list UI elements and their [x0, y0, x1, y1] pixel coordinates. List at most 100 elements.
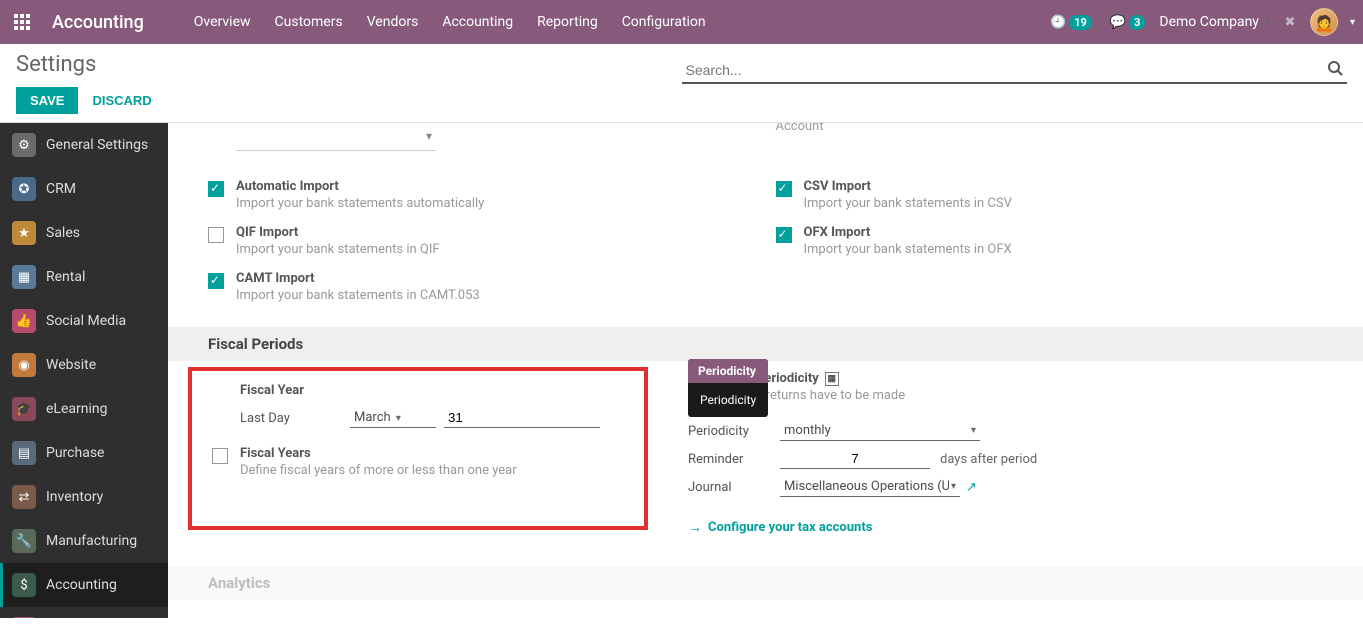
messages-count: 3 [1129, 15, 1145, 30]
top-navbar: Accounting Overview Customers Vendors Ac… [0, 0, 1363, 44]
select-periodicity[interactable]: monthly ▾ [780, 421, 980, 441]
company-switcher[interactable]: Demo Company ▾ [1159, 14, 1270, 30]
label-csv-import: CSV Import [804, 179, 1324, 194]
checkbox-automatic-import[interactable] [208, 181, 224, 197]
label-periodicity-field: Periodicity [688, 424, 780, 439]
checkbox-fiscal-years[interactable] [212, 448, 228, 464]
section-analytics-truncated: Analytics [168, 566, 1363, 600]
setting-camt-import: CAMT Import Import your bank statements … [208, 271, 756, 303]
sidebar-item-label: Rental [46, 269, 85, 285]
nav-reporting[interactable]: Reporting [527, 8, 608, 36]
arrow-right-icon: → [688, 519, 702, 536]
clock-icon: 🕘 [1050, 15, 1066, 30]
sidebar-item-elearning[interactable]: 🎓eLearning [0, 387, 168, 431]
nav-configuration[interactable]: Configuration [612, 8, 716, 36]
apps-menu-icon[interactable] [8, 8, 36, 36]
tooltip-header: Periodicity [688, 359, 768, 383]
user-menu-caret[interactable]: ▾ [1350, 17, 1355, 28]
setting-csv-import: CSV Import Import your bank statements i… [776, 179, 1324, 211]
discard-button[interactable]: DISCARD [88, 87, 155, 114]
label-reminder-suffix: days after period [940, 452, 1037, 467]
link-configure-tax-accounts[interactable]: → Configure your tax accounts [688, 519, 1323, 536]
sidebar-icon: 👥 [12, 617, 36, 618]
select-fiscal-month[interactable]: March ▾ [350, 408, 436, 428]
sidebar-item-inventory[interactable]: ⇄Inventory [0, 475, 168, 519]
checkbox-ofx-import[interactable] [776, 227, 792, 243]
user-avatar[interactable]: 🙍 [1310, 8, 1338, 36]
topnav-right: 🕘 19 💬 3 Demo Company ▾ ✖ 🙍 ▾ [1046, 8, 1355, 36]
desc-qif-import: Import your bank statements in QIF [236, 242, 756, 257]
sidebar-item-general-settings[interactable]: ⚙ General Settings [0, 123, 168, 167]
sidebar-item-rental[interactable]: ▦ Rental [0, 255, 168, 299]
app-title[interactable]: Accounting [52, 12, 144, 33]
periodicity-value: monthly [784, 423, 831, 438]
configure-tax-label: Configure your tax accounts [708, 520, 872, 535]
input-fiscal-day[interactable] [444, 408, 600, 428]
control-panel: Settings SAVE DISCARD [0, 44, 1363, 123]
settings-sidebar[interactable]: ⚙ General Settings ✪ CRM ★ Sales ▦ Rental 👍Socia… [0, 123, 168, 618]
sidebar-item-label: General Settings [46, 137, 148, 153]
nav-customers[interactable]: Customers [265, 8, 353, 36]
sidebar-item-payroll[interactable]: 👥Payroll [0, 607, 168, 618]
label-fiscal-years: Fiscal Years [240, 446, 624, 461]
sidebar-icon: 🎓 [12, 397, 36, 421]
desc-ofx-import: Import your bank statements in OFX [804, 242, 1324, 257]
sidebar-item-accounting[interactable]: $ Accounting [0, 563, 168, 607]
sidebar-item-label: Sales [46, 225, 80, 241]
chat-icon: 💬 [1110, 15, 1126, 30]
chevron-down-icon: ▾ [971, 425, 976, 436]
truncated-select[interactable] [236, 127, 436, 151]
sidebar-icon: ◉ [12, 353, 36, 377]
input-reminder-days[interactable] [780, 449, 930, 469]
periodicity-tooltip: Periodicity Periodicity [688, 359, 768, 417]
sidebar-item-sales[interactable]: ★ Sales [0, 211, 168, 255]
label-ofx-import: OFX Import [804, 225, 1324, 240]
chevron-down-icon: ▾ [396, 413, 401, 424]
save-button[interactable]: SAVE [16, 87, 78, 114]
nav-accounting[interactable]: Accounting [432, 8, 523, 36]
sidebar-item-label: Purchase [46, 445, 104, 461]
section-fiscal-periods: Fiscal Periods [168, 327, 1363, 361]
nav-overview[interactable]: Overview [184, 8, 261, 36]
setting-fiscal-years: Fiscal Years Define fiscal years of more… [212, 446, 624, 478]
search-input[interactable] [682, 58, 1348, 82]
sidebar-item-website[interactable]: ◉Website [0, 343, 168, 387]
sidebar-icon: ▦ [12, 265, 36, 289]
desc-fiscal-years: Define fiscal years of more or less than… [240, 463, 624, 478]
calculator-icon[interactable]: ▦ [825, 372, 839, 386]
setting-automatic-import: Automatic Import Import your bank statem… [208, 179, 756, 211]
sidebar-icon: ★ [12, 221, 36, 245]
sidebar-icon: ⚙ [12, 133, 36, 157]
messages-button[interactable]: 💬 3 [1106, 13, 1150, 32]
sidebar-item-purchase[interactable]: ▤Purchase [0, 431, 168, 475]
fiscal-month-value: March [354, 410, 391, 425]
sidebar-icon: $ [12, 573, 36, 597]
setting-qif-import: QIF Import Import your bank statements i… [208, 225, 756, 257]
chevron-down-icon: ▾ [1265, 17, 1270, 28]
fiscal-year-highlight-box: Fiscal Year Last Day March ▾ [188, 367, 648, 530]
select-journal[interactable]: Miscellaneous Operations (U ▾ [780, 477, 960, 497]
checkbox-csv-import[interactable] [776, 181, 792, 197]
activities-count: 19 [1069, 15, 1092, 30]
checkbox-camt-import[interactable] [208, 273, 224, 289]
checkbox-qif-import[interactable] [208, 227, 224, 243]
journal-external-link-icon[interactable]: ↗ [966, 480, 977, 495]
search-icon[interactable] [1327, 60, 1343, 80]
debug-icon[interactable]: ✖ [1280, 12, 1300, 32]
nav-vendors[interactable]: Vendors [357, 8, 429, 36]
sidebar-icon: 🔧 [12, 529, 36, 553]
sidebar-item-label: Accounting [46, 577, 117, 593]
sidebar-item-crm[interactable]: ✪ CRM [0, 167, 168, 211]
label-reminder: Reminder [688, 452, 780, 467]
desc-automatic-import: Import your bank statements automaticall… [236, 196, 756, 211]
activities-button[interactable]: 🕘 19 [1046, 13, 1096, 32]
label-qif-import: QIF Import [236, 225, 756, 240]
nav-links: Overview Customers Vendors Accounting Re… [184, 8, 716, 36]
sidebar-item-label: Manufacturing [46, 533, 137, 549]
sidebar-icon: ✪ [12, 177, 36, 201]
sidebar-item-label: CRM [46, 181, 76, 197]
company-label: Demo Company [1159, 14, 1259, 30]
sidebar-item-social-media[interactable]: 👍Social Media [0, 299, 168, 343]
sidebar-item-manufacturing[interactable]: 🔧 Manufacturing [0, 519, 168, 563]
settings-content[interactable]: Account Automatic Import Import your ban… [168, 123, 1363, 618]
